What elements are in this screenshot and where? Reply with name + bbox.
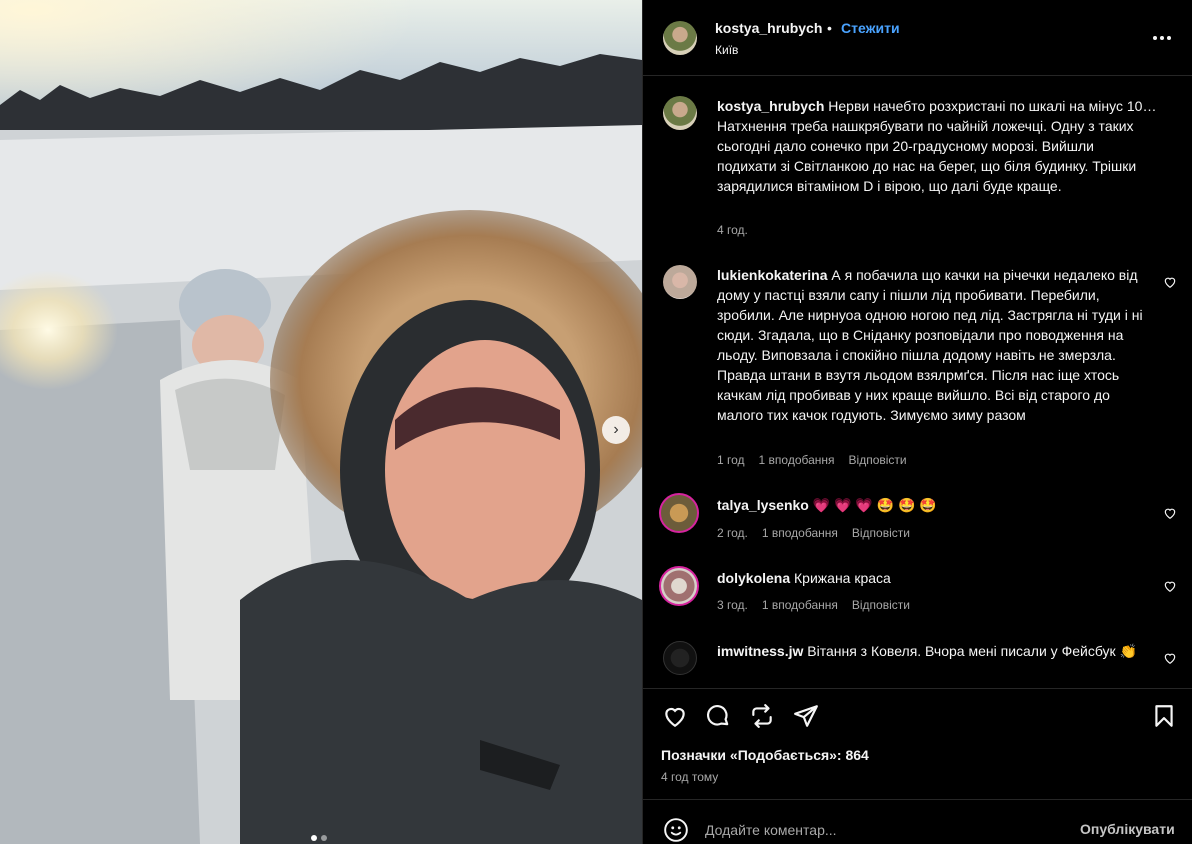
caption-text: kostya_hrubych Нерви начебто розхристані… <box>717 96 1157 196</box>
comment-bubble-icon[interactable] <box>705 703 731 729</box>
comment-meta: 1 год 1 вподобання Відповісти <box>717 453 907 467</box>
carousel-dot-active <box>311 835 317 841</box>
author-avatar[interactable] <box>663 21 697 55</box>
repost-icon[interactable] <box>749 703 775 729</box>
commenter-username[interactable]: lukienkokaterina <box>717 267 828 283</box>
caption-username[interactable]: kostya_hrubych <box>717 98 824 114</box>
comment-like-icon[interactable] <box>1163 275 1177 289</box>
reply-button[interactable]: Відповісти <box>852 598 910 612</box>
likes-count[interactable]: Позначки «Подобається»: 864 <box>661 747 869 763</box>
commenter-username[interactable]: talya_lysenko <box>717 497 809 513</box>
comment-likes[interactable]: 1 вподобання <box>762 598 838 612</box>
comment-likes[interactable]: 1 вподобання <box>759 453 835 467</box>
comment-text: lukienkokaterina А я побачила що качки н… <box>717 265 1157 425</box>
post-side-panel: kostya_hrubych • Стежити Київ kostya_hru… <box>642 0 1192 844</box>
post-header: kostya_hrubych • Стежити Київ <box>643 0 1192 76</box>
commenter-username[interactable]: dolykolena <box>717 570 790 586</box>
commenter-avatar[interactable] <box>663 641 697 675</box>
comment-meta: 3 год. 1 вподобання Відповісти <box>717 598 910 612</box>
caption-avatar[interactable] <box>663 96 697 130</box>
comment-body: Крижана краса <box>794 570 891 586</box>
reply-button[interactable]: Відповісти <box>849 453 907 467</box>
carousel-dot <box>321 835 327 841</box>
comment-meta: 2 год. 1 вподобання Відповісти <box>717 526 910 540</box>
comment-like-icon[interactable] <box>1163 651 1177 665</box>
save-bookmark-icon[interactable] <box>1151 703 1177 729</box>
header-separator: • <box>827 20 832 36</box>
chevron-right-icon: › <box>613 421 619 438</box>
carousel-indicator <box>311 835 327 841</box>
post-photo[interactable]: › <box>0 0 642 844</box>
reply-button[interactable]: Відповісти <box>852 526 910 540</box>
commenter-avatar[interactable] <box>659 493 699 533</box>
comment-like-icon[interactable] <box>1163 579 1177 593</box>
comment-input[interactable] <box>705 818 1065 842</box>
post-comment-button[interactable]: Опублікувати <box>1080 821 1175 837</box>
comment-text: imwitness.jw Вітання з Ковеля. Вчора мен… <box>717 641 1157 661</box>
comment-time: 3 год. <box>717 598 748 612</box>
commenter-username[interactable]: imwitness.jw <box>717 643 803 659</box>
comment-time: 2 год. <box>717 526 748 540</box>
input-divider <box>643 799 1192 800</box>
comment-body: 💗 💗 💗 🤩 🤩 🤩 <box>812 497 937 513</box>
author-username[interactable]: kostya_hrubych <box>715 20 822 36</box>
carousel-next-button[interactable]: › <box>602 416 630 444</box>
post-location[interactable]: Київ <box>715 43 738 57</box>
share-send-icon[interactable] <box>793 703 819 729</box>
comment-time: 1 год <box>717 453 745 467</box>
like-heart-icon[interactable] <box>661 703 689 729</box>
caption-meta: 4 год. <box>717 223 748 237</box>
caption-time: 4 год. <box>717 223 748 237</box>
emoji-icon[interactable] <box>663 817 689 843</box>
more-options-icon[interactable] <box>1151 27 1173 49</box>
commenter-avatar[interactable] <box>659 566 699 606</box>
actions-divider <box>643 688 1192 689</box>
comment-text: talya_lysenko 💗 💗 💗 🤩 🤩 🤩 <box>717 495 1157 515</box>
comment-body: А я побачила що качки на річечки недалек… <box>717 267 1143 423</box>
photo-illustration <box>0 0 642 844</box>
comment-body: Вітання з Ковеля. Вчора мені писали у Фе… <box>807 643 1137 659</box>
comment-like-icon[interactable] <box>1163 506 1177 520</box>
post-time[interactable]: 4 год тому <box>661 770 718 784</box>
comment-likes[interactable]: 1 вподобання <box>762 526 838 540</box>
commenter-avatar[interactable] <box>663 265 697 299</box>
follow-button[interactable]: Стежити <box>841 20 900 36</box>
comment-text: dolykolena Крижана краса <box>717 568 1157 588</box>
